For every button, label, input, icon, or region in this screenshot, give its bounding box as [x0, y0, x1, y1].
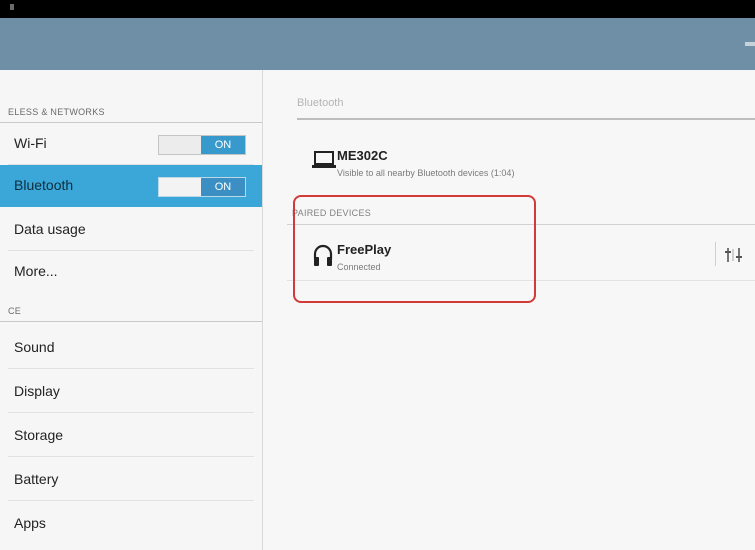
sidebar-item-label: Apps [14, 515, 46, 531]
sidebar-item-label: Sound [14, 339, 55, 355]
action-bar [0, 18, 755, 70]
sidebar-item-apps[interactable]: Apps [0, 503, 262, 545]
toggle-on-label: ON [201, 136, 245, 154]
item-divider [8, 456, 254, 457]
sidebar-item-more[interactable]: More... [0, 251, 262, 293]
sidebar-item-storage[interactable]: Storage [0, 415, 262, 457]
annotation-highlight-box [293, 195, 536, 303]
sidebar-item-label: Bluetooth [14, 177, 74, 193]
status-indicator [10, 4, 14, 10]
section-header-wireless: ELESS & NETWORKS [8, 107, 105, 117]
item-divider [8, 412, 254, 413]
sidebar-item-sound[interactable]: Sound [0, 327, 262, 369]
sidebar-item-bluetooth[interactable]: Bluetooth ON [0, 165, 262, 207]
sidebar-item-battery[interactable]: Battery [0, 459, 262, 501]
sidebar-item-label: Battery [14, 471, 59, 487]
sidebar-item-data-usage[interactable]: Data usage [0, 209, 262, 251]
settings-separator [715, 242, 716, 266]
sidebar-item-label: Data usage [14, 221, 86, 237]
bluetooth-panel: Bluetooth ME302C Visible to all nearby B… [263, 70, 755, 550]
settings-sidebar: ELESS & NETWORKS Wi-Fi ON Bluetooth ON D… [0, 70, 263, 550]
toggle-off-half [159, 136, 203, 154]
sidebar-item-label: More... [14, 263, 58, 279]
bluetooth-toggle[interactable]: ON [158, 177, 246, 197]
sidebar-item-display[interactable]: Display [0, 371, 262, 413]
status-bar [0, 0, 755, 18]
sidebar-item-wifi[interactable]: Wi-Fi ON [0, 123, 262, 165]
toggle-on-label: ON [201, 178, 245, 196]
section-header-device: CE [8, 306, 22, 316]
laptop-icon [312, 150, 336, 175]
sidebar-item-label: Wi-Fi [14, 135, 47, 151]
item-divider [8, 500, 254, 501]
item-divider [8, 368, 254, 369]
sidebar-item-label: Display [14, 383, 60, 399]
wifi-toggle[interactable]: ON [158, 135, 246, 155]
overflow-menu-icon[interactable] [745, 42, 755, 46]
device-name: ME302C [337, 148, 388, 163]
section-divider [0, 321, 262, 322]
device-settings-icon[interactable] [724, 245, 744, 265]
page-title: Bluetooth [297, 97, 344, 109]
title-divider [297, 118, 755, 120]
this-device-row[interactable]: ME302C Visible to all nearby Bluetooth d… [297, 146, 755, 188]
device-visibility-status: Visible to all nearby Bluetooth devices … [337, 168, 515, 178]
sidebar-item-label: Storage [14, 427, 64, 443]
toggle-off-half [159, 178, 203, 196]
